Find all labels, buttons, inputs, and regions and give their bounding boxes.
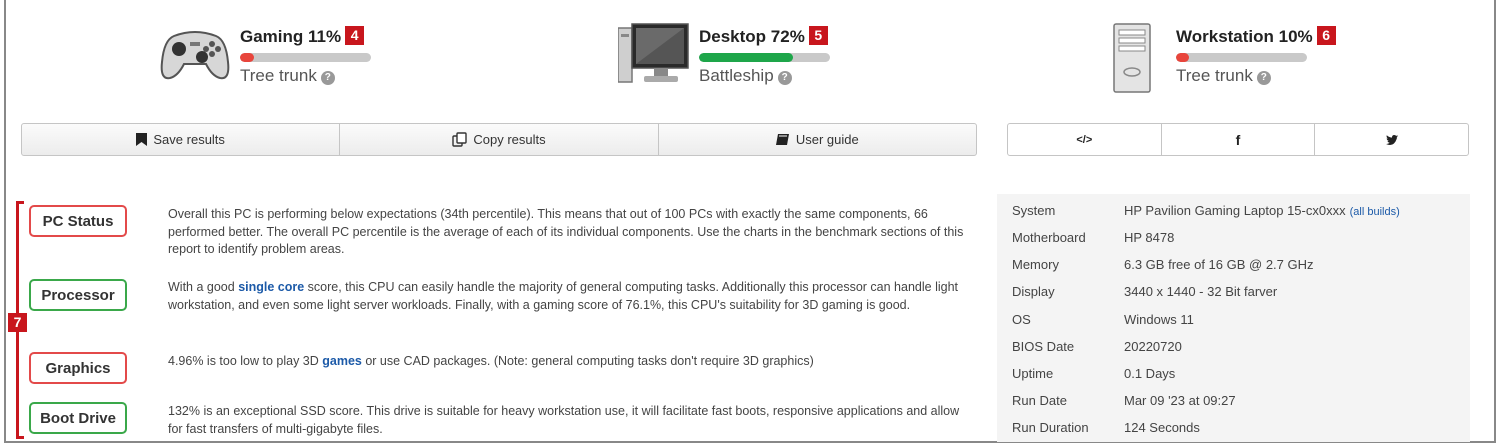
usage-title: Gaming 11% 4	[240, 26, 365, 47]
processor-description: With a good single core score, this CPU …	[168, 280, 959, 312]
games-link[interactable]: games	[322, 354, 362, 368]
usage-bar-fill	[1176, 53, 1190, 62]
save-results-button[interactable]: Save results	[22, 124, 341, 155]
embed-button[interactable]: </>	[1008, 124, 1162, 155]
system-row: System HP Pavilion Gaming Laptop 15-cx0xx…	[1012, 203, 1400, 218]
usage-bar-fill	[699, 53, 794, 62]
bookmark-icon	[136, 133, 148, 146]
user-guide-button[interactable]: User guide	[659, 124, 976, 155]
copy-results-button[interactable]: Copy results	[340, 124, 659, 155]
usage-desktop: Desktop 72% 5 Battleship?	[618, 22, 878, 102]
copy-icon	[452, 132, 468, 147]
twitter-share-button[interactable]	[1315, 124, 1468, 155]
boot-drive-badge: Boot Drive	[29, 402, 127, 434]
facebook-share-button[interactable]: f	[1162, 124, 1316, 155]
usage-workstation: Workstation 10% 6 Tree trunk?	[1112, 22, 1402, 102]
usage-bar-fill	[240, 53, 255, 62]
display-row: Display 3440 x 1440 - 32 Bit farver	[1012, 284, 1278, 299]
share-toolbar: </> f	[1007, 123, 1469, 156]
annotation-marker: 5	[808, 26, 828, 45]
pc-status-badge: PC Status	[29, 205, 127, 237]
usage-rating: Tree trunk?	[240, 66, 335, 86]
all-builds-link[interactable]: (all builds)	[1350, 206, 1400, 218]
processor-badge: Processor	[29, 279, 127, 311]
monitor-icon	[618, 23, 689, 83]
tower-pc-icon	[1113, 23, 1151, 93]
gamepad-icon	[160, 31, 230, 80]
uptime-row: Uptime 0.1 Days	[1012, 366, 1176, 381]
bios-date-row: BIOS Date 20220720	[1012, 339, 1182, 354]
run-duration-row: Run Duration 124 Seconds	[1012, 420, 1200, 435]
usage-bar	[240, 53, 371, 62]
facebook-icon: f	[1235, 131, 1241, 148]
graphics-badge: Graphics	[29, 352, 127, 384]
annotation-marker: 7	[8, 313, 27, 332]
usage-bar	[699, 53, 830, 62]
twitter-icon	[1385, 134, 1398, 145]
usage-title: Workstation 10% 6	[1176, 26, 1336, 47]
help-icon[interactable]: ?	[777, 71, 792, 85]
pc-status-description: Overall this PC is performing below expe…	[168, 207, 964, 256]
annotation-marker: 6	[1316, 26, 1336, 45]
usage-bar	[1176, 53, 1307, 62]
usage-rating: Tree trunk?	[1176, 66, 1271, 86]
run-date-row: Run Date Mar 09 '23 at 09:27	[1012, 393, 1236, 408]
usage-rating: Battleship?	[699, 66, 792, 86]
graphics-description: 4.96% is too low to play 3D games or use…	[168, 354, 814, 368]
annotation-marker: 4	[345, 26, 365, 45]
help-icon[interactable]: ?	[1256, 71, 1271, 85]
help-icon[interactable]: ?	[320, 71, 335, 85]
usage-title: Desktop 72% 5	[699, 26, 828, 47]
motherboard-row: Motherboard HP 8478	[1012, 230, 1175, 245]
single-core-link[interactable]: single core	[238, 280, 304, 294]
memory-row: Memory 6.3 GB free of 16 GB @ 2.7 GHz	[1012, 257, 1314, 272]
boot-drive-description: 132% is an exceptional SSD score. This d…	[168, 404, 960, 436]
os-row: OS Windows 11	[1012, 312, 1194, 327]
results-toolbar: Save results Copy results User guide	[21, 123, 977, 156]
code-icon: </>	[1076, 133, 1093, 146]
book-icon	[775, 134, 789, 145]
system-info-panel: System HP Pavilion Gaming Laptop 15-cx0xx…	[997, 194, 1470, 442]
usage-gaming: Gaming 11% 4 Tree trunk?	[160, 22, 420, 102]
